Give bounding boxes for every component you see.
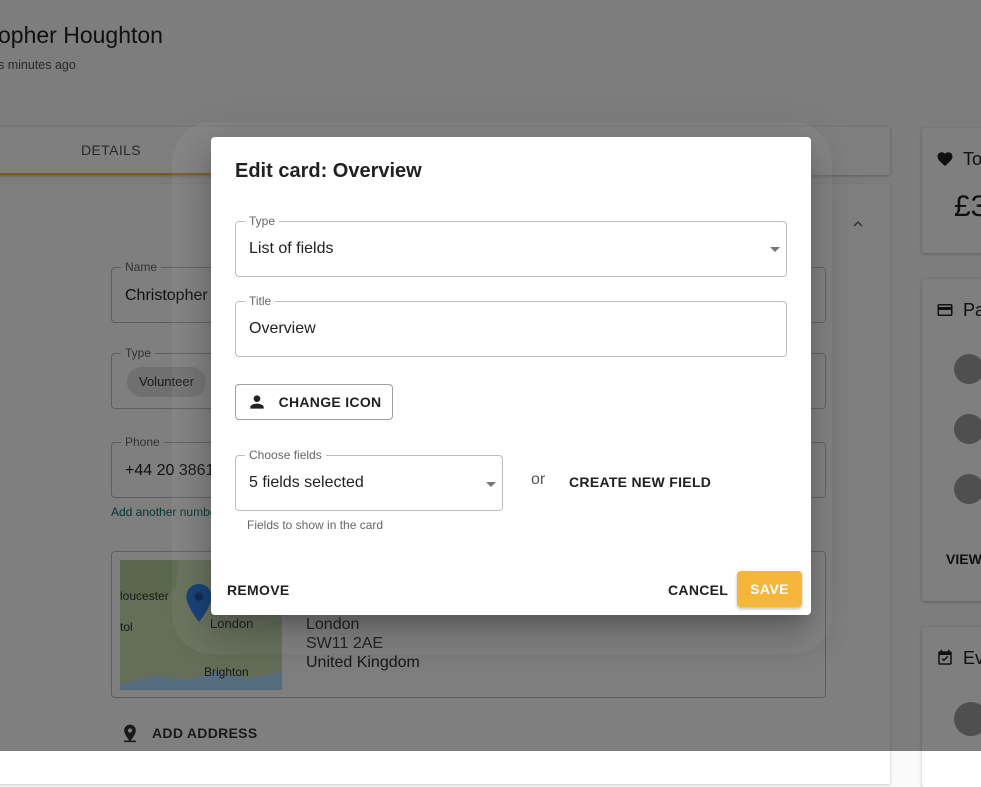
choose-fields-value: 5 fields selected	[249, 474, 364, 491]
type-select[interactable]: Type List of fields	[235, 214, 787, 277]
choose-fields-select[interactable]: Choose fields 5 fields selected	[235, 448, 503, 511]
title-input[interactable]: Title Overview	[235, 294, 787, 357]
title-input-label: Title	[245, 294, 276, 308]
or-separator: or	[531, 471, 546, 488]
title-input-value: Overview	[249, 320, 316, 337]
remove-button[interactable]: REMOVE	[227, 582, 289, 598]
change-icon-label: CHANGE ICON	[278, 394, 382, 410]
type-select-label: Type	[245, 214, 280, 228]
edit-card-dialog: Edit card: Overview Type List of fields …	[211, 137, 811, 615]
dropdown-arrow-icon[interactable]	[486, 482, 496, 487]
cancel-button[interactable]: CANCEL	[668, 582, 728, 598]
type-select-value: List of fields	[249, 240, 334, 257]
change-icon-button[interactable]: CHANGE ICON	[235, 384, 393, 420]
dialog-title: Edit card: Overview	[235, 160, 422, 182]
person-icon	[249, 395, 264, 409]
create-new-field-button[interactable]: CREATE NEW FIELD	[569, 474, 711, 490]
dropdown-arrow-icon[interactable]	[770, 247, 780, 252]
choose-fields-helper: Fields to show in the card	[247, 518, 384, 532]
choose-fields-label: Choose fields	[245, 448, 326, 462]
save-button[interactable]: SAVE	[737, 571, 802, 607]
